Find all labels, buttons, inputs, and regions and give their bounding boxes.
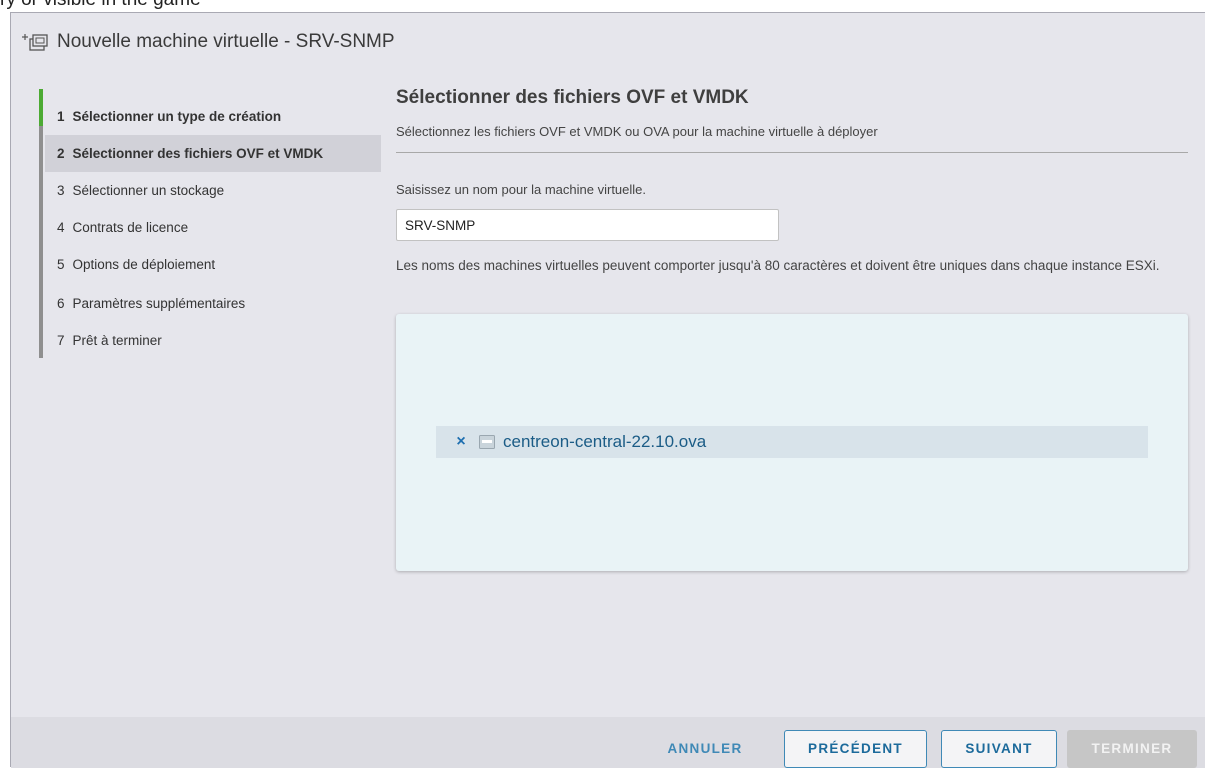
selected-file-name: centreon-central-22.10.ova — [503, 432, 707, 451]
background-window-text: ry or visible in the game — [0, 0, 201, 11]
wizard-steps-panel: 1 Sélectionner un type de création 2 Sélec… — [11, 86, 381, 717]
step-label: Prêt à terminer — [72, 333, 162, 348]
step-label: Paramètres supplémentaires — [72, 296, 246, 311]
step-number: 3 — [57, 183, 65, 198]
selected-file-row: × centreon-central-22.10.ova — [436, 426, 1148, 458]
step-number: 5 — [57, 257, 65, 272]
previous-button[interactable]: PRÉCÉDENT — [784, 730, 927, 768]
wizard-step-7[interactable]: 7 Prêt à terminer — [45, 322, 381, 359]
dialog-header: Nouvelle machine virtuelle - SRV-SNMP — [11, 13, 1205, 73]
wizard-step-5[interactable]: 5 Options de déploiement — [45, 246, 381, 283]
wizard-step-2[interactable]: 2 Sélectionner des fichiers OVF et VMDK — [45, 135, 381, 172]
cancel-button[interactable]: ANNULER — [646, 730, 764, 768]
dialog-title-wrap: Nouvelle machine virtuelle - SRV-SNMP — [21, 31, 395, 53]
remove-file-icon[interactable]: × — [453, 434, 469, 450]
step-number: 4 — [57, 220, 65, 235]
wizard-step-1[interactable]: 1 Sélectionner un type de création — [45, 98, 381, 135]
wizard-step-4[interactable]: 4 Contrats de licence — [45, 209, 381, 246]
wizard-footer: ANNULER PRÉCÉDENT SUIVANT TERMINER — [11, 717, 1205, 768]
wizard-step-3[interactable]: 3 Sélectionner un stockage — [45, 172, 381, 209]
dialog-title: Nouvelle machine virtuelle - SRV-SNMP — [57, 31, 395, 52]
steps-progress-track — [39, 89, 43, 358]
divider — [396, 152, 1188, 153]
page-title: Sélectionner des fichiers OVF et VMDK — [396, 87, 749, 108]
step-number: 1 — [57, 109, 65, 124]
vm-name-input[interactable] — [396, 209, 779, 241]
step-label: Sélectionner un type de création — [72, 109, 282, 124]
new-vm-icon — [22, 34, 48, 51]
step-number: 7 — [57, 333, 65, 348]
step-number: 2 — [57, 146, 65, 161]
vm-name-label: Saisissez un nom pour la machine virtuel… — [396, 182, 647, 197]
wizard-step-6[interactable]: 6 Paramètres supplémentaires — [45, 285, 381, 322]
next-button[interactable]: SUIVANT — [941, 730, 1057, 768]
step-label: Contrats de licence — [72, 220, 189, 235]
file-drop-zone[interactable]: × centreon-central-22.10.ova — [396, 314, 1188, 571]
steps-progress-done — [39, 89, 43, 126]
step-label: Options de déploiement — [72, 257, 216, 272]
finish-button[interactable]: TERMINER — [1067, 730, 1197, 768]
step-number: 6 — [57, 296, 65, 311]
step-label: Sélectionner des fichiers OVF et VMDK — [72, 146, 324, 161]
page-subtitle: Sélectionnez les fichiers OVF et VMDK ou… — [396, 124, 878, 139]
step-label: Sélectionner un stockage — [72, 183, 225, 198]
new-vm-wizard-dialog: Nouvelle machine virtuelle - SRV-SNMP 1S… — [10, 12, 1205, 768]
vm-file-icon — [479, 435, 495, 449]
wizard-content: Sélectionner des fichiers OVF et VMDK Sé… — [383, 73, 1205, 717]
vm-name-help-text: Les noms des machines virtuelles peuvent… — [396, 258, 1160, 273]
